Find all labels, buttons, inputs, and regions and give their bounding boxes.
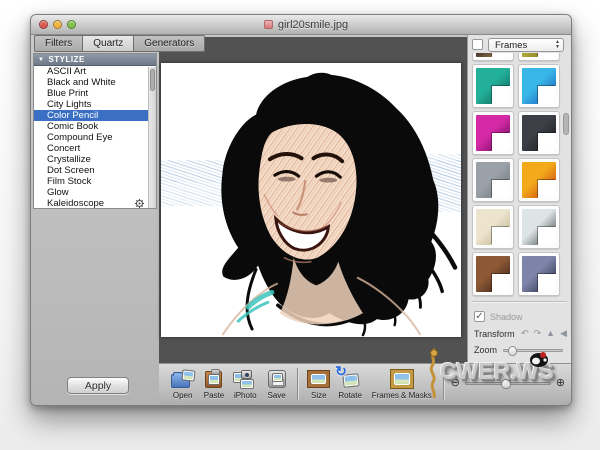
- filter-item-kaleidoscope[interactable]: Kaleidoscope: [34, 198, 156, 209]
- frame-thumbnail[interactable]: [472, 252, 514, 296]
- size-button[interactable]: Size: [303, 367, 334, 400]
- zoom-button-icon[interactable]: [67, 20, 76, 29]
- toolbar-divider: [443, 368, 444, 400]
- filter-panel: ▼ STYLIZE ASCII Art Black and White Blue…: [31, 35, 159, 405]
- filter-item-compound-eye[interactable]: Compound Eye: [34, 132, 156, 143]
- scrollbar-thumb[interactable]: [150, 69, 155, 91]
- shadow-label: Shadow: [490, 312, 523, 322]
- frame-thumbnail[interactable]: [472, 205, 514, 249]
- filter-item-blue-print[interactable]: Blue Print: [34, 88, 156, 99]
- tab-filters[interactable]: Filters: [34, 35, 83, 52]
- frame-zoom-slider[interactable]: [503, 349, 563, 352]
- rotate-icon: ↻: [337, 367, 363, 390]
- frames-dropdown[interactable]: Frames ▲▼: [488, 38, 564, 52]
- frames-dropdown-value: Frames: [495, 40, 527, 51]
- filter-list-scrollbar[interactable]: [148, 67, 156, 208]
- frame-thumbnail-list: [468, 53, 571, 301]
- canvas-zoom-slider[interactable]: [465, 382, 551, 385]
- shadow-checkbox[interactable]: ✓: [474, 311, 485, 322]
- frames-panel: Frames ▲▼: [467, 35, 571, 363]
- size-icon: [306, 367, 332, 390]
- canvas-zoom-control: ⊖ ⊕: [451, 378, 565, 389]
- popup-arrows-icon: ▲▼: [555, 40, 560, 50]
- tab-strip: Filters Quartz Generators: [34, 35, 205, 52]
- frame-thumbnail[interactable]: [518, 158, 560, 202]
- close-button-icon[interactable]: [39, 20, 48, 29]
- open-button[interactable]: Open: [167, 367, 198, 400]
- frames-scrollbar-thumb[interactable]: [563, 113, 569, 135]
- filter-item-city-lights[interactable]: City Lights: [34, 99, 156, 110]
- save-button[interactable]: Save: [261, 367, 292, 400]
- filter-item-comic-book[interactable]: Comic Book: [34, 121, 156, 132]
- frame-thumbnail[interactable]: [472, 53, 514, 61]
- frame-thumbnail[interactable]: [472, 111, 514, 155]
- save-icon: [264, 367, 290, 390]
- traffic-lights: [39, 20, 76, 29]
- window-title: girl20smile.jpg: [278, 19, 348, 31]
- frame-thumbnail[interactable]: [518, 205, 560, 249]
- frame-thumbnail[interactable]: [518, 64, 560, 108]
- app-window: girl20smile.jpg Filters Quartz Generator…: [30, 14, 572, 406]
- flip-horizontal-icon[interactable]: ▲: [546, 328, 555, 339]
- filter-group-header[interactable]: ▼ STYLIZE: [34, 54, 156, 66]
- tab-quartz[interactable]: Quartz: [83, 35, 134, 52]
- filter-item-film-stock[interactable]: Film Stock: [34, 176, 156, 187]
- rotate-right-icon[interactable]: ↷: [534, 328, 542, 339]
- filter-list: ▼ STYLIZE ASCII Art Black and White Blue…: [33, 53, 157, 209]
- filter-item-ascii-art[interactable]: ASCII Art: [34, 66, 156, 77]
- frame-enable-checkbox[interactable]: [472, 39, 483, 50]
- title-bar[interactable]: girl20smile.jpg: [31, 15, 571, 35]
- filter-item-label: Kaleidoscope: [47, 198, 104, 209]
- zoom-in-icon[interactable]: ⊕: [556, 378, 565, 389]
- iphoto-icon: [232, 367, 258, 390]
- filter-item-dot-screen[interactable]: Dot Screen: [34, 165, 156, 176]
- frames-and-masks-button[interactable]: Frames & Masks: [366, 367, 438, 400]
- filter-group-label: STYLIZE: [48, 55, 84, 64]
- filter-item-glow[interactable]: Glow: [34, 187, 156, 198]
- minimize-button-icon[interactable]: [53, 20, 62, 29]
- frame-thumbnail[interactable]: [518, 53, 560, 61]
- filter-item-color-pencil[interactable]: Color Pencil: [34, 110, 156, 121]
- editor-area: [159, 37, 467, 363]
- document-proxy-icon: [264, 20, 273, 29]
- flip-vertical-icon[interactable]: ◀: [560, 328, 567, 339]
- slider-thumb[interactable]: [501, 379, 511, 389]
- rotate-button[interactable]: ↻ Rotate: [334, 367, 365, 400]
- gear-icon[interactable]: [135, 199, 144, 208]
- iphoto-button[interactable]: iPhoto: [230, 367, 261, 400]
- bottom-toolbar: Open Paste iPhoto Save: [159, 363, 571, 405]
- filter-item-crystallize[interactable]: Crystallize: [34, 154, 156, 165]
- paste-button[interactable]: Paste: [198, 367, 229, 400]
- slider-thumb[interactable]: [508, 346, 517, 356]
- image-preview[interactable]: [161, 63, 461, 337]
- apply-button[interactable]: Apply: [67, 377, 129, 394]
- frame-thumbnail[interactable]: [518, 111, 560, 155]
- rotate-left-icon[interactable]: ↶: [521, 328, 529, 339]
- paste-icon: [201, 367, 227, 390]
- color-pencil-portrait: [161, 63, 461, 337]
- toolbar-divider: [297, 368, 298, 400]
- window-title-group: girl20smile.jpg: [254, 19, 348, 31]
- zoom-label: Zoom: [474, 345, 497, 355]
- filter-item-concert[interactable]: Concert: [34, 143, 156, 154]
- tab-generators[interactable]: Generators: [134, 35, 205, 52]
- panel-divider: [472, 301, 567, 302]
- frame-thumbnail[interactable]: [472, 64, 514, 108]
- frame-thumbnail[interactable]: [472, 158, 514, 202]
- frames-and-masks-icon: [389, 367, 415, 390]
- transform-label: Transform: [474, 329, 515, 339]
- zoom-out-icon[interactable]: ⊖: [451, 378, 460, 389]
- open-icon: [170, 367, 196, 390]
- frame-thumbnail[interactable]: [518, 252, 560, 296]
- disclosure-triangle-icon[interactable]: ▼: [38, 57, 44, 63]
- filter-item-black-and-white[interactable]: Black and White: [34, 77, 156, 88]
